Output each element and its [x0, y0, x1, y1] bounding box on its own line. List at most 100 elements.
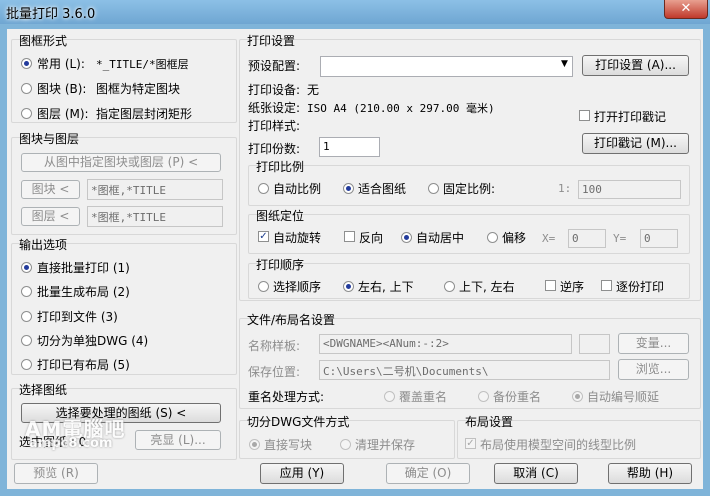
frame-block-label: 图块 (B): [37, 82, 87, 96]
naming-title: 文件/布局名设置 [247, 313, 336, 327]
style-label: 打印样式: [248, 119, 301, 133]
offset-x-label: X= [542, 232, 556, 245]
save-location-label: 保存位置: [248, 365, 301, 379]
preset-dropdown[interactable] [320, 56, 573, 77]
split-clean-radio[interactable] [340, 439, 351, 450]
output-title: 输出选项 [19, 238, 68, 252]
scale-fit-radio[interactable] [343, 183, 354, 194]
copies-field[interactable]: 1 [319, 137, 380, 157]
reverse-order-label: 逆序 [560, 280, 585, 294]
frame-common-value: *_TITLE/*图框层 [96, 58, 189, 71]
offset-radio[interactable] [487, 232, 498, 243]
block-layer-title: 图块与图层 [19, 132, 80, 146]
output-split-label: 切分为单独DWG (4) [37, 334, 149, 348]
split-writeblock-radio[interactable] [249, 439, 260, 450]
close-button[interactable]: ✕ [664, 0, 708, 19]
frame-format-title: 图框形式 [19, 34, 68, 48]
scale-fit-label: 适合图纸 [358, 182, 407, 196]
print-settings-title: 打印设置 [247, 34, 296, 48]
select-title: 选择图纸 [19, 383, 68, 397]
frame-block-value: 图框为特定图块 [96, 82, 181, 96]
reverse-label: 反向 [359, 231, 384, 245]
dup-autonumber-radio[interactable] [572, 391, 583, 402]
scale-auto-label: 自动比例 [273, 182, 322, 196]
order-select-radio[interactable] [258, 281, 269, 292]
apply-button[interactable]: 应用 (Y) [260, 463, 344, 484]
layer-pick-button[interactable]: 图层 < [21, 207, 80, 226]
dialog-body: 图框形式 常用 (L): *_TITLE/*图框层 图块 (B): 图框为特定图… [7, 29, 703, 489]
print-settings-button[interactable]: 打印设置 (A)... [582, 55, 689, 76]
help-button[interactable]: 帮助 (H) [608, 463, 692, 484]
output-layout-radio[interactable] [21, 286, 32, 297]
window-title: 批量打印 3.6.0 [6, 7, 96, 22]
print-stamp-button[interactable]: 打印戳记 (M)... [582, 133, 689, 154]
output-direct-label: 直接批量打印 (1) [37, 261, 130, 275]
chevron-down-icon[interactable]: ▼ [561, 59, 568, 69]
variables-button[interactable]: 变量... [618, 333, 689, 354]
pattern-label: 名称样板: [248, 339, 301, 353]
cancel-button[interactable]: 取消 (C) [494, 463, 578, 484]
dup-overwrite-label: 覆盖重名 [399, 390, 448, 404]
order-ud-radio[interactable] [444, 281, 455, 292]
reverse-order-checkbox[interactable] [545, 280, 556, 291]
order-title: 打印顺序 [256, 258, 305, 272]
paper-label: 纸张设定: [248, 101, 301, 115]
output-direct-radio[interactable] [21, 262, 32, 273]
split-writeblock-label: 直接写块 [264, 438, 313, 452]
stamp-checkbox-label: 打开打印戳记 [594, 110, 667, 124]
scale-fixed-label: 固定比例: [443, 182, 496, 196]
stamp-checkbox[interactable] [579, 110, 590, 121]
scale-ratio-prefix: 1: [558, 182, 572, 195]
auto-center-radio[interactable] [401, 232, 412, 243]
paper-value: ISO A4 (210.00 x 297.00 毫米) [307, 102, 495, 115]
order-lr-radio[interactable] [343, 281, 354, 292]
auto-rotate-checkbox[interactable]: ✓ [258, 231, 269, 242]
pick-block-layer-button[interactable]: 从图中指定图块或图层 (P) < [21, 153, 221, 172]
app-window: 批量打印 3.6.0 ✕ 图框形式 常用 (L): *_TITLE/*图框层 图… [0, 0, 710, 496]
frame-layer-value: 指定图层封闭矩形 [96, 107, 193, 121]
output-existing-radio[interactable] [21, 359, 32, 370]
duplicate-label: 重名处理方式: [248, 390, 325, 404]
scale-fixed-radio[interactable] [428, 183, 439, 194]
layout-linetype-checkbox[interactable]: ✓ [465, 438, 476, 449]
block-name-field[interactable]: *图框,*TITLE [87, 179, 223, 200]
frame-layer-radio[interactable] [21, 108, 32, 119]
frame-block-radio[interactable] [21, 83, 32, 94]
dup-backup-radio[interactable] [478, 391, 489, 402]
position-title: 图纸定位 [256, 209, 305, 223]
scale-auto-radio[interactable] [258, 183, 269, 194]
frame-common-label: 常用 (L): [37, 57, 85, 71]
order-ud-label: 上下, 左右 [459, 280, 515, 294]
frame-layer-label: 图层 (M): [37, 107, 89, 121]
layout-linetype-label: 布局使用模型空间的线型比例 [480, 438, 637, 452]
highlight-button[interactable]: 亮显 (L)... [135, 430, 221, 450]
dup-overwrite-radio[interactable] [384, 391, 395, 402]
layout-title: 布局设置 [465, 415, 514, 429]
layer-name-field[interactable]: *图框,*TITLE [87, 206, 223, 227]
pattern-field[interactable]: <DWGNAME><ANum:-:2> [319, 334, 572, 354]
preview-button[interactable]: 预览 (R) [14, 463, 98, 484]
scale-title: 打印比例 [256, 160, 305, 174]
ok-button[interactable]: 确定 (O) [386, 463, 470, 484]
block-pick-button[interactable]: 图块 < [21, 180, 80, 199]
scale-ratio-field[interactable]: 100 [578, 180, 681, 199]
reverse-checkbox[interactable] [344, 231, 355, 242]
output-file-radio[interactable] [21, 311, 32, 322]
output-split-radio[interactable] [21, 335, 32, 346]
dup-backup-label: 备份重名 [493, 390, 542, 404]
frame-common-radio[interactable] [21, 58, 32, 69]
output-existing-label: 打印已有布局 (5) [37, 358, 130, 372]
one-by-one-label: 逐份打印 [616, 280, 665, 294]
pattern-extra-field[interactable] [579, 334, 610, 354]
one-by-one-checkbox[interactable] [601, 280, 612, 291]
title-bar: 批量打印 3.6.0 ✕ [0, 0, 710, 24]
save-location-field[interactable]: C:\Users\二号机\Documents\ [319, 360, 610, 380]
device-label: 打印设备: [248, 83, 301, 97]
watermark-url: ampc8.com [29, 436, 113, 451]
browse-button[interactable]: 浏览... [618, 359, 689, 380]
offset-y-label: Y= [613, 232, 627, 245]
auto-rotate-label: 自动旋转 [273, 231, 322, 245]
offset-label: 偏移 [502, 231, 527, 245]
offset-x-field[interactable]: 0 [568, 229, 606, 248]
offset-y-field[interactable]: 0 [640, 229, 678, 248]
